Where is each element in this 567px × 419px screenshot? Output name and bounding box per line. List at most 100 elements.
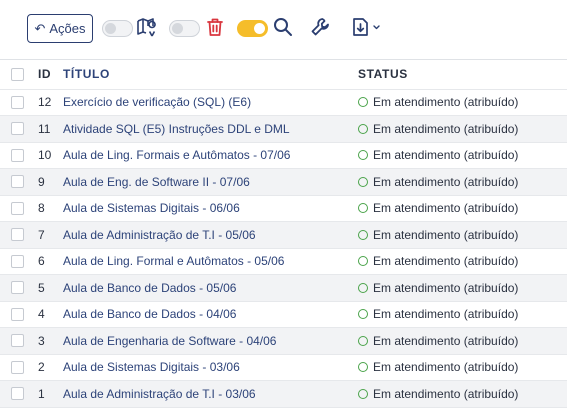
row-checkbox[interactable] <box>11 387 24 401</box>
actions-button-label: Ações <box>49 21 86 36</box>
row-checkbox[interactable] <box>11 254 24 268</box>
actions-button[interactable]: ↶ Ações <box>27 14 93 43</box>
table-row[interactable]: 7 Aula de Administração de T.I - 05/06 Em … <box>0 221 567 249</box>
status-label: Em atendimento (atribuído) <box>373 201 519 216</box>
table-row[interactable]: 3 Aula de Engenharia de Software - 04/06 E… <box>0 327 567 355</box>
tickets-table: ID TÍTULO STATUS 12 Exercício de verifica… <box>0 60 567 408</box>
table-row[interactable]: 5 Aula de Banco de Dados - 05/06 Em atendi… <box>0 274 567 302</box>
select-all-checkbox[interactable] <box>11 67 24 81</box>
status-circle-icon <box>358 123 368 134</box>
row-checkbox[interactable] <box>11 122 24 136</box>
row-select-cell <box>0 301 38 328</box>
chevron-down-icon <box>373 25 380 30</box>
row-title-link[interactable]: Aula de Banco de Dados - 05/06 <box>63 275 358 302</box>
status-circle-icon <box>358 229 368 240</box>
row-checkbox[interactable] <box>11 307 24 321</box>
status-label: Em atendimento (atribuído) <box>373 95 519 110</box>
row-title-link[interactable]: Aula de Ling. Formal e Autômatos - 05/06 <box>63 248 358 275</box>
status-circle-icon <box>358 335 368 346</box>
row-select-cell <box>0 275 38 302</box>
status-circle-icon <box>358 362 368 373</box>
toolbar: ↶ Ações <box>0 0 567 59</box>
status-circle-icon <box>358 256 368 267</box>
row-id: 5 <box>38 280 45 295</box>
row-id: 10 <box>38 148 52 163</box>
column-header-id[interactable]: ID <box>38 60 63 89</box>
row-id: 2 <box>38 360 45 375</box>
status-label: Em atendimento (atribuído) <box>373 148 519 163</box>
status-circle-icon <box>358 97 368 108</box>
column-header-title[interactable]: TÍTULO <box>63 60 358 89</box>
row-title-link[interactable]: Exercício de verificação (SQL) (E6) <box>63 89 358 116</box>
table-row[interactable]: 1 Aula de Administração de T.I - 03/06 Em … <box>0 380 567 408</box>
table-row[interactable]: 10 Aula de Ling. Formais e Autômatos - 07… <box>0 142 567 169</box>
row-select-cell <box>0 169 38 196</box>
status-label: Em atendimento (atribuído) <box>373 254 519 269</box>
row-title-link[interactable]: Aula de Sistemas Digitais - 03/06 <box>63 354 358 381</box>
row-status: Em atendimento (atribuído) <box>358 354 567 381</box>
row-checkbox[interactable] <box>11 281 24 295</box>
row-title-link[interactable]: Aula de Sistemas Digitais - 06/06 <box>63 195 358 222</box>
row-select-cell <box>0 116 38 143</box>
table-row[interactable]: 12 Exercício de verificação (SQL) (E6) Em … <box>0 89 567 116</box>
row-id: 6 <box>38 254 45 269</box>
trash-toggle[interactable] <box>169 20 200 37</box>
column-header-status[interactable]: STATUS <box>358 60 567 89</box>
row-id: 12 <box>38 95 52 110</box>
status-label: Em atendimento (atribuído) <box>373 307 519 322</box>
export-dropdown[interactable] <box>349 16 383 38</box>
row-checkbox[interactable] <box>11 148 24 162</box>
table-row[interactable]: 8 Aula de Sistemas Digitais - 06/06 Em ate… <box>0 195 567 222</box>
row-select-cell <box>0 381 38 408</box>
map-toggle[interactable] <box>102 20 133 37</box>
row-checkbox[interactable] <box>11 95 24 109</box>
row-select-cell <box>0 354 38 381</box>
row-id: 3 <box>38 333 45 348</box>
table-row[interactable]: 4 Aula de Banco de Dados - 04/06 Em atendi… <box>0 301 567 328</box>
row-id: 9 <box>38 174 45 189</box>
row-title-link[interactable]: Aula de Ling. Formais e Autômatos - 07/0… <box>63 142 358 169</box>
row-title-link[interactable]: Atividade SQL (E5) Instruções DDL e DML <box>63 116 358 143</box>
row-select-cell <box>0 195 38 222</box>
status-circle-icon <box>358 150 368 161</box>
table-row[interactable]: 2 Aula de Sistemas Digitais - 03/06 Em ate… <box>0 354 567 381</box>
table-row[interactable]: 9 Aula de Eng. de Software II - 07/06 Em a… <box>0 168 567 196</box>
search-icon[interactable] <box>272 16 294 38</box>
table-row[interactable]: 11 Atividade SQL (E5) Instruções DDL e DM… <box>0 115 567 143</box>
trash-icon[interactable] <box>204 16 226 38</box>
row-title-link[interactable]: Aula de Administração de T.I - 03/06 <box>63 381 358 408</box>
row-title-link[interactable]: Aula de Engenharia de Software - 04/06 <box>63 328 358 355</box>
table-row[interactable]: 6 Aula de Ling. Formal e Autômatos - 05/0… <box>0 248 567 275</box>
row-status: Em atendimento (atribuído) <box>358 89 567 116</box>
row-select-cell <box>0 222 38 249</box>
row-title-link[interactable]: Aula de Administração de T.I - 05/06 <box>63 222 358 249</box>
row-status: Em atendimento (atribuído) <box>358 328 567 355</box>
row-select-cell <box>0 248 38 275</box>
status-label: Em atendimento (atribuído) <box>373 227 519 242</box>
row-checkbox[interactable] <box>11 175 24 189</box>
row-id: 7 <box>38 227 45 242</box>
map-pin-icon[interactable] <box>136 16 158 38</box>
row-status: Em atendimento (atribuído) <box>358 275 567 302</box>
status-circle-icon <box>358 176 368 187</box>
status-label: Em atendimento (atribuído) <box>373 386 519 401</box>
status-circle-icon <box>358 309 368 320</box>
status-label: Em atendimento (atribuído) <box>373 360 519 375</box>
wrench-icon[interactable] <box>309 16 331 38</box>
row-checkbox[interactable] <box>11 228 24 242</box>
status-label: Em atendimento (atribuído) <box>373 174 519 189</box>
select-all-cell <box>0 60 38 89</box>
status-circle-icon <box>358 203 368 214</box>
row-id: 11 <box>38 121 51 136</box>
row-checkbox[interactable] <box>11 360 24 374</box>
row-checkbox[interactable] <box>11 334 24 348</box>
row-status: Em atendimento (atribuído) <box>358 248 567 275</box>
row-select-cell <box>0 89 38 116</box>
status-label: Em atendimento (atribuído) <box>373 121 519 136</box>
table-header-row: ID TÍTULO STATUS <box>0 60 567 89</box>
row-id: 8 <box>38 201 45 216</box>
search-toggle[interactable] <box>237 20 268 37</box>
row-title-link[interactable]: Aula de Banco de Dados - 04/06 <box>63 301 358 328</box>
row-title-link[interactable]: Aula de Eng. de Software II - 07/06 <box>63 169 358 196</box>
row-checkbox[interactable] <box>11 201 24 215</box>
